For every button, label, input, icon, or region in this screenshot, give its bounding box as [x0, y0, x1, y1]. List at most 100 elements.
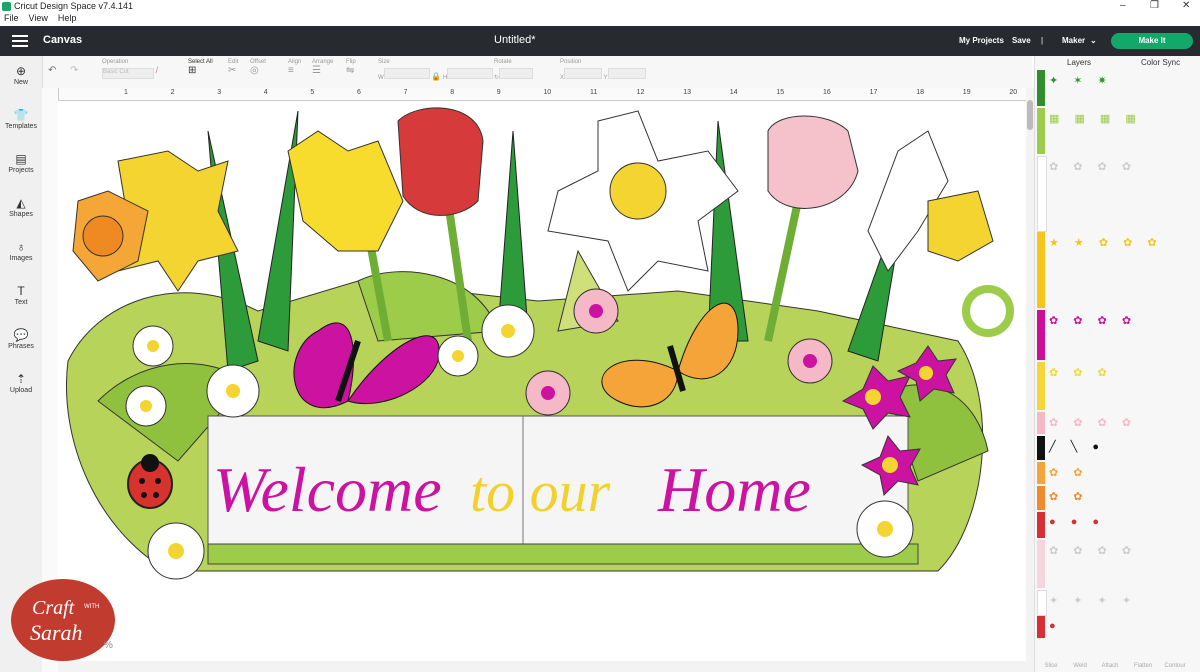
layer-thumbnails[interactable]: ✿ ✿ ✿ ✿ — [1049, 160, 1137, 173]
sidebar-item-templates[interactable]: 👕 Templates — [0, 108, 42, 130]
maximize-icon[interactable]: ❐ — [1150, 0, 1159, 11]
layer-color-swatch[interactable] — [1037, 362, 1045, 410]
horizontal-scrollbar[interactable] — [58, 661, 1026, 672]
y-field[interactable] — [607, 68, 646, 79]
layer-thumbnails[interactable]: ✦ ✦ ✦ ✦ — [1049, 594, 1137, 607]
layer-thumbnails[interactable]: ● — [1049, 620, 1062, 632]
weld-button[interactable]: Weld — [1066, 663, 1094, 669]
redo-icon[interactable]: ↷ — [70, 65, 78, 76]
hamburger-icon[interactable] — [12, 35, 28, 47]
layer-color-swatch[interactable] — [1037, 232, 1045, 308]
flatten-button[interactable]: Flatten — [1129, 663, 1157, 669]
my-projects-link[interactable]: My Projects — [959, 36, 1004, 45]
sidebar-item-projects[interactable]: ▤ Projects — [0, 152, 42, 174]
design-artwork[interactable]: Welcome to our Home — [58, 101, 1026, 661]
layer-color-swatch[interactable] — [1037, 590, 1047, 616]
layer-color-swatch[interactable] — [1037, 156, 1047, 232]
layer-thumbnails[interactable]: ● ● ● — [1049, 516, 1105, 528]
layer-color-swatch[interactable] — [1037, 412, 1045, 434]
layer-thumbnails[interactable]: ✿ ✿ — [1049, 490, 1089, 503]
arrange-group[interactable]: Arrange ☰ — [312, 59, 333, 76]
chevron-down-icon[interactable]: ⌄ — [1090, 36, 1097, 45]
layer-thumbnails[interactable]: ▦ ▦ ▦ ▦ — [1049, 112, 1142, 125]
sidebar-item-new[interactable]: ⊕ New — [0, 64, 42, 86]
layer-color-swatch[interactable] — [1037, 70, 1045, 106]
undo-icon[interactable]: ↶ — [48, 65, 56, 76]
layer-thumbnails[interactable]: ✿ ✿ ✿ ✿ — [1049, 416, 1137, 429]
tulip-pink[interactable] — [767, 115, 859, 209]
menu-file[interactable]: File — [4, 13, 19, 23]
vertical-scrollbar[interactable] — [1026, 88, 1034, 672]
to-our-words[interactable]: to our — [470, 459, 611, 524]
menu-view[interactable]: View — [29, 13, 48, 23]
white-flower[interactable] — [481, 304, 535, 358]
flip-icon[interactable]: ⇋ — [346, 65, 354, 76]
edit-icon[interactable]: ✂ — [228, 65, 236, 76]
white-flower[interactable] — [856, 500, 914, 558]
align-icon[interactable]: ≡ — [288, 65, 294, 76]
contour-button[interactable]: Contour — [1161, 663, 1189, 669]
lock-icon[interactable]: 🔒 — [431, 72, 441, 81]
minimize-icon[interactable]: – — [1120, 0, 1126, 11]
white-flower[interactable] — [125, 385, 167, 427]
edit-group[interactable]: Edit ✂ — [228, 59, 238, 76]
layer-thumbnails[interactable]: ✿ ✿ — [1049, 466, 1089, 479]
offset-group[interactable]: Offset ◎ — [250, 59, 266, 76]
layer-color-swatch[interactable] — [1037, 512, 1045, 538]
offset-icon[interactable]: ◎ — [250, 65, 259, 76]
menu-help[interactable]: Help — [58, 13, 77, 23]
layer-thumbnails[interactable]: ★ ★ ✿ ✿ ✿ — [1049, 236, 1163, 249]
layer-color-swatch[interactable] — [1037, 486, 1045, 510]
layer-color-swatch[interactable] — [1037, 462, 1045, 484]
save-button[interactable]: Save — [1012, 36, 1031, 45]
sidebar-item-images[interactable]: ♁ Images — [0, 240, 42, 262]
layer-color-swatch[interactable] — [1037, 540, 1045, 588]
pink-blossom[interactable] — [525, 370, 571, 416]
daffodil-yellow[interactable] — [72, 150, 239, 292]
sidebar-item-text[interactable]: T Text — [0, 284, 42, 306]
daffodil-right[interactable] — [867, 130, 994, 272]
tulip-red[interactable] — [397, 107, 484, 216]
white-flower[interactable] — [132, 325, 174, 367]
width-field[interactable] — [383, 68, 430, 79]
white-flower[interactable] — [147, 522, 205, 580]
flip-group[interactable]: Flip ⇋ — [346, 59, 356, 76]
board-base[interactable] — [207, 543, 919, 565]
design-canvas[interactable]: Welcome to our Home — [58, 101, 1026, 661]
tulip-yellow[interactable] — [287, 130, 404, 252]
make-it-button[interactable]: Make It — [1111, 33, 1193, 49]
machine-select[interactable]: Maker — [1062, 36, 1085, 45]
height-field[interactable] — [447, 68, 494, 79]
pink-blossom[interactable] — [787, 338, 833, 384]
x-field[interactable] — [564, 68, 603, 79]
layer-color-swatch[interactable] — [1037, 108, 1045, 154]
home-word[interactable]: Home — [657, 454, 811, 525]
attach-button[interactable]: Attach — [1096, 663, 1124, 669]
operation-select[interactable]: Basic Cut — [102, 68, 154, 79]
align-group[interactable]: Align ≡ — [288, 59, 301, 76]
white-flower[interactable] — [206, 364, 260, 418]
pink-blossom[interactable] — [573, 288, 619, 334]
sidebar-item-phrases[interactable]: 💬 Phrases — [0, 328, 42, 350]
layer-color-swatch[interactable] — [1037, 310, 1045, 360]
select-all-group[interactable]: Select All ⊞ — [188, 59, 213, 76]
layer-thumbnails[interactable]: ╱ ╲ ● — [1049, 440, 1105, 453]
welcome-word[interactable]: Welcome — [213, 454, 442, 525]
arrange-icon[interactable]: ☰ — [312, 65, 321, 76]
tab-color-sync[interactable]: Color Sync — [1141, 58, 1180, 67]
select-all-icon[interactable]: ⊞ — [188, 65, 196, 76]
close-icon[interactable]: ✕ — [1182, 0, 1190, 11]
slice-button[interactable]: Slice — [1037, 663, 1065, 669]
tab-layers[interactable]: Layers — [1067, 58, 1091, 67]
grass-blade[interactable] — [497, 130, 529, 332]
rotate-field[interactable] — [499, 68, 534, 79]
layer-thumbnails[interactable]: ✦ ✶ ✷ — [1049, 74, 1113, 87]
sidebar-item-shapes[interactable]: ◭ Shapes — [0, 196, 42, 218]
layer-color-swatch[interactable] — [1037, 616, 1045, 638]
white-flower[interactable] — [437, 335, 479, 377]
pen-icon[interactable]: / — [156, 65, 159, 75]
layer-color-swatch[interactable] — [1037, 436, 1045, 460]
layer-thumbnails[interactable]: ✿ ✿ ✿ ✿ — [1049, 544, 1137, 557]
sidebar-item-upload[interactable]: ⇡ Upload — [0, 372, 42, 394]
layer-thumbnails[interactable]: ✿ ✿ ✿ ✿ — [1049, 314, 1137, 327]
